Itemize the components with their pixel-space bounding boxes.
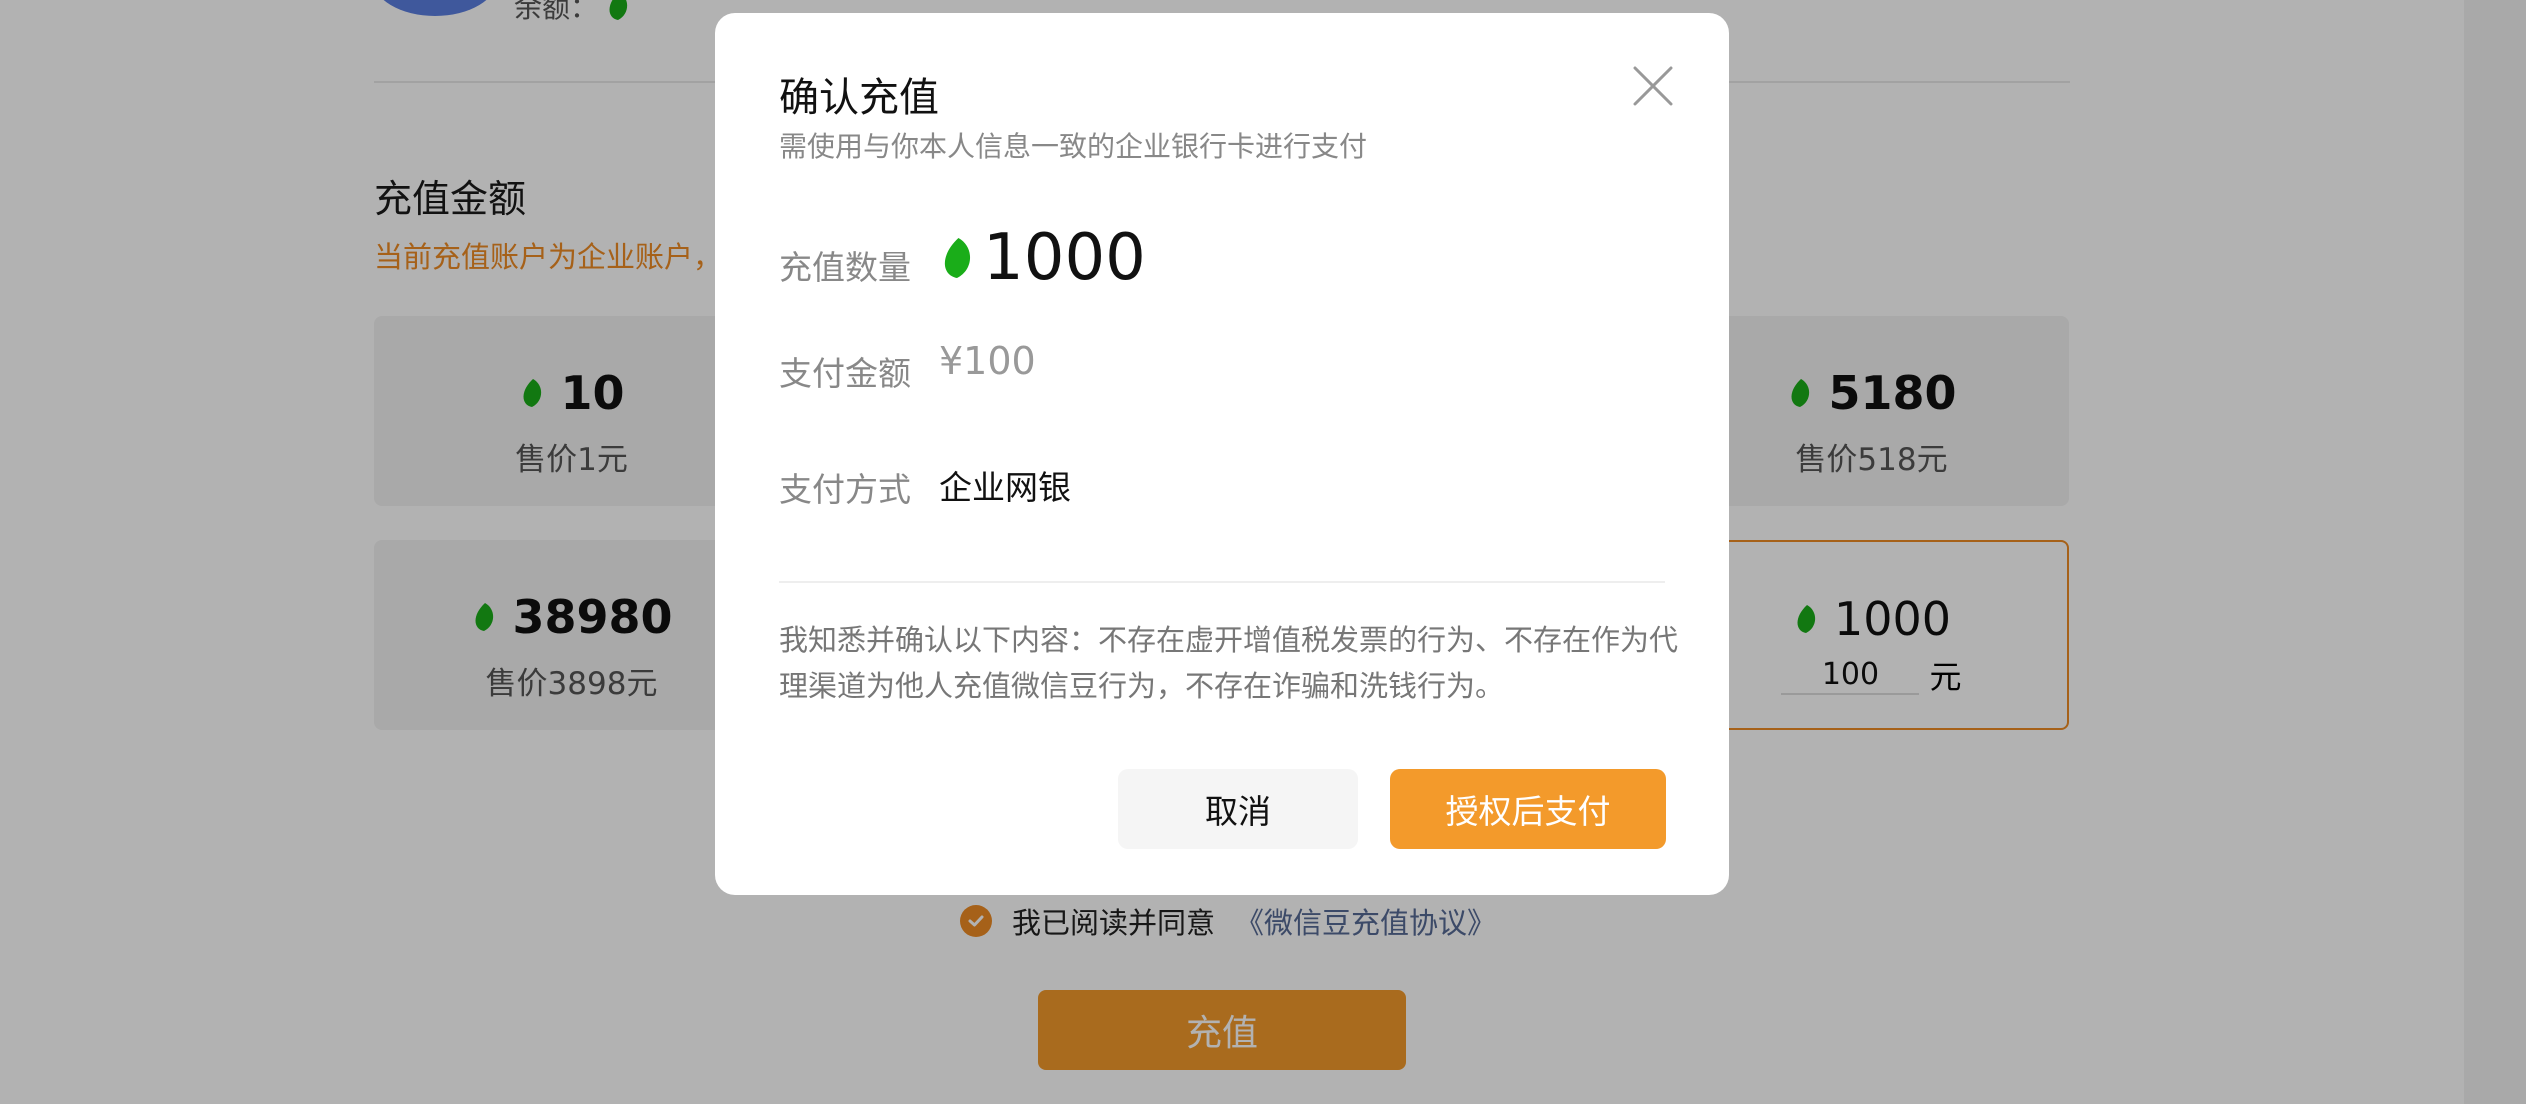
quantity-label: 充值数量: [779, 248, 911, 287]
confirm-recharge-dialog: 确认充值 需使用与你本人信息一致的企业银行卡进行支付 充值数量 1000 支付金…: [715, 13, 1729, 895]
quantity-value: 1000: [983, 221, 1146, 295]
dialog-title: 确认充值: [779, 75, 939, 121]
method-label: 支付方式: [779, 470, 911, 509]
method-value: 企业网银: [939, 468, 1071, 507]
dialog-divider: [779, 581, 1665, 583]
cancel-button[interactable]: 取消: [1118, 769, 1358, 849]
amount-value: ¥100: [939, 339, 1036, 383]
authorize-pay-button[interactable]: 授权后支付: [1390, 769, 1666, 849]
dialog-subtitle: 需使用与你本人信息一致的企业银行卡进行支付: [779, 130, 1368, 163]
wechat-bean-icon: [944, 238, 971, 278]
quantity-value-row: 1000: [937, 221, 1146, 295]
amount-label: 支付金额: [779, 354, 911, 393]
compliance-notice: 我知悉并确认以下内容：不存在虚开增值税发票的行为、不存在作为代理渠道为他人充值微…: [779, 623, 1679, 703]
close-icon[interactable]: [1625, 58, 1681, 114]
